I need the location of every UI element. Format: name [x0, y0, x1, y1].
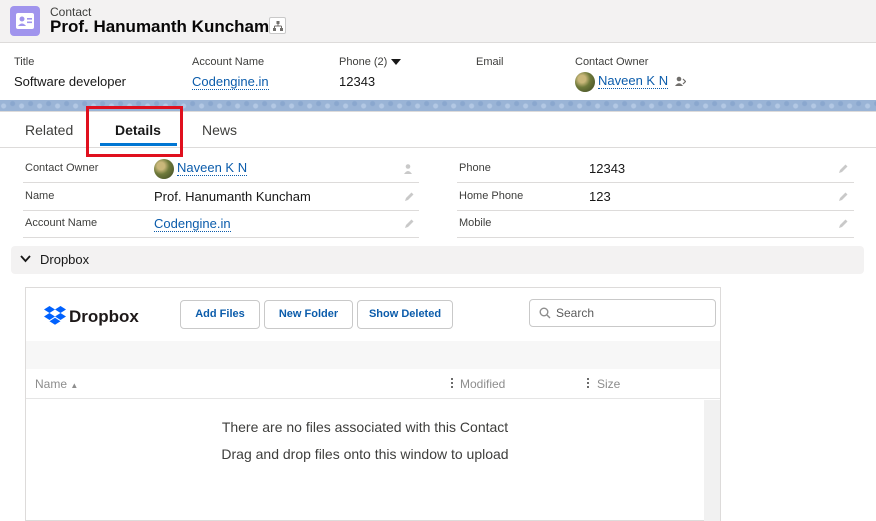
home-phone-label: Home Phone — [459, 190, 524, 202]
record-header: Contact Prof. Hanumanth Kuncham — [0, 0, 876, 43]
file-table-header: Name ▲ Modified Size — [26, 369, 720, 399]
phone-dropdown-icon[interactable] — [391, 59, 402, 66]
new-folder-button[interactable]: New Folder — [264, 300, 353, 329]
title-value: Software developer — [14, 74, 127, 89]
title-label: Title — [14, 56, 35, 68]
field-mobile: Mobile — [457, 210, 854, 238]
highlight-owner: Contact Owner Naveen K N — [575, 56, 687, 92]
account-name-link[interactable]: Codengine.in — [154, 216, 231, 232]
dropbox-search-input[interactable]: Search — [529, 299, 716, 327]
record-title: Prof. Hanumanth Kuncham — [50, 17, 270, 36]
annotation-highlight-box — [86, 106, 183, 157]
highlight-account: Account Name Codengine.in — [192, 56, 269, 90]
file-drop-area[interactable]: There are no files associated with this … — [26, 400, 720, 520]
pencil-icon[interactable] — [837, 218, 849, 230]
column-name-label: Name — [35, 377, 68, 391]
column-name-header[interactable]: Name ▲ — [35, 377, 78, 391]
show-deleted-button[interactable]: Show Deleted — [357, 300, 453, 329]
toolbar-spacer — [26, 341, 720, 369]
hierarchy-button[interactable] — [269, 17, 286, 34]
owner-label: Contact Owner — [575, 56, 649, 68]
owner-link[interactable]: Naveen K N — [598, 73, 669, 90]
pencil-icon[interactable] — [403, 218, 415, 230]
dropbox-toolbar: Dropbox Add Files New Folder Show Delete… — [26, 288, 720, 341]
account-name-label: Account Name — [25, 217, 98, 229]
empty-message-line1: There are no files associated with this … — [221, 419, 509, 435]
highlights-panel: Title Software developer Account Name Co… — [0, 44, 876, 100]
field-home-phone: Home Phone 123 — [457, 183, 854, 211]
tab-related[interactable]: Related — [25, 122, 73, 138]
field-account-name: Account Name Codengine.in — [23, 210, 419, 238]
column-menu-icon[interactable] — [451, 378, 453, 388]
pencil-icon[interactable] — [837, 191, 849, 203]
hierarchy-icon — [273, 21, 283, 31]
column-modified-header[interactable]: Modified — [460, 377, 505, 391]
owner-avatar — [575, 72, 595, 92]
sort-asc-icon: ▲ — [70, 381, 79, 390]
contact-owner-link[interactable]: Naveen K N — [177, 160, 248, 177]
phone-label: Phone (2) — [339, 56, 388, 68]
name-label: Name — [25, 190, 55, 202]
field-phone: Phone 12343 — [457, 155, 854, 183]
contact-owner-label: Contact Owner — [25, 162, 99, 174]
dropbox-logo-icon — [44, 306, 66, 325]
pencil-icon[interactable] — [837, 163, 849, 175]
tab-news[interactable]: News — [202, 122, 237, 138]
contact-owner-avatar — [154, 159, 174, 179]
search-placeholder: Search — [556, 306, 595, 320]
add-files-button[interactable]: Add Files — [180, 300, 260, 329]
dropbox-brand: Dropbox — [69, 307, 139, 326]
scrollbar[interactable] — [704, 400, 720, 521]
phone-value: 12343 — [339, 74, 376, 89]
dropbox-section-header[interactable]: Dropbox — [11, 246, 864, 274]
column-size-header[interactable]: Size — [597, 377, 620, 391]
section-title: Dropbox — [40, 252, 90, 267]
email-label: Email — [476, 56, 504, 68]
chevron-down-icon — [20, 255, 31, 263]
highlight-phone: Phone (2) 12343 — [339, 56, 402, 89]
phone-field-label: Phone — [459, 162, 491, 174]
highlight-email: Email — [476, 56, 504, 74]
field-name: Name Prof. Hanumanth Kuncham — [23, 183, 419, 211]
highlight-title: Title Software developer — [14, 56, 126, 89]
mobile-label: Mobile — [459, 217, 492, 229]
field-contact-owner: Contact Owner Naveen K N — [23, 155, 419, 183]
change-owner-icon[interactable] — [403, 163, 415, 175]
name-value: Prof. Hanumanth Kuncham — [154, 189, 311, 204]
contact-icon — [10, 6, 40, 36]
account-label: Account Name — [192, 56, 265, 68]
phone-field-value: 12343 — [589, 161, 626, 176]
dropbox-widget: Dropbox Add Files New Folder Show Delete… — [25, 287, 721, 521]
column-menu-icon[interactable] — [587, 378, 589, 388]
empty-message-line2: Drag and drop files onto this window to … — [221, 446, 509, 462]
pencil-icon[interactable] — [403, 191, 415, 203]
home-phone-value: 123 — [589, 189, 611, 204]
search-icon — [539, 307, 551, 319]
account-link[interactable]: Codengine.in — [192, 74, 269, 90]
change-owner-icon[interactable] — [674, 75, 687, 90]
